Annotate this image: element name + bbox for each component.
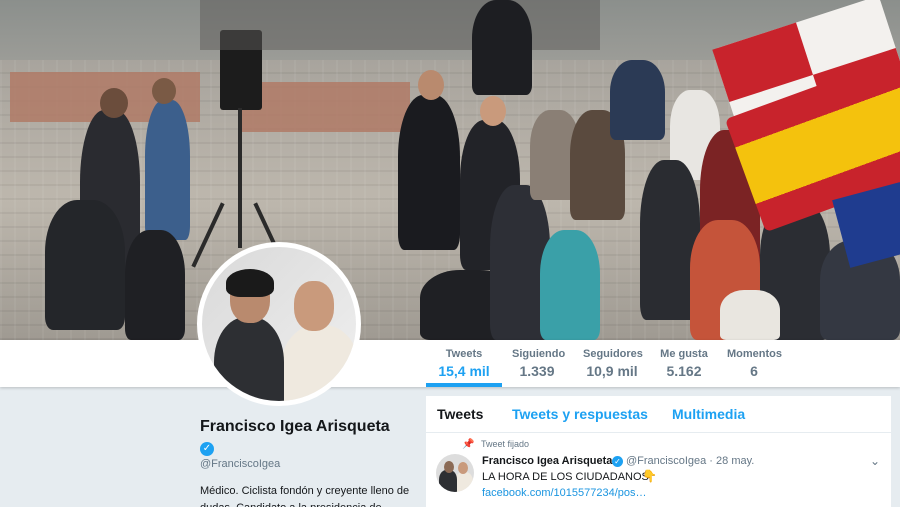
tweet-avatar[interactable]	[436, 454, 474, 492]
person	[398, 95, 460, 250]
verified-badge-icon: ✓	[612, 456, 623, 467]
photographer	[125, 230, 185, 340]
profile-name[interactable]: Francisco Igea Arisqueta	[200, 418, 390, 436]
nav-label: Siguiendo	[512, 348, 566, 360]
profile-handle[interactable]: @FranciscoIgea	[200, 458, 280, 470]
nav-label: Me gusta	[660, 348, 708, 360]
tab-tweets[interactable]: Tweets	[437, 406, 483, 422]
chevron-down-icon[interactable]: ⌄	[870, 454, 880, 468]
nav-likes[interactable]: Me gusta 5.162	[660, 348, 708, 379]
pinned-label: Tweet fijado	[481, 439, 530, 449]
brick-area	[240, 82, 410, 132]
tweet-author[interactable]: Francisco Igea Arisqueta	[482, 455, 612, 467]
nav-value: 5.162	[666, 363, 702, 379]
timeline: Tweets Tweets y respuestas Multimedia 📌 …	[426, 396, 891, 507]
nav-label: Tweets	[445, 348, 483, 360]
avatar-figure	[280, 325, 356, 401]
photographer-head	[152, 78, 176, 104]
tweet-link[interactable]: facebook.com/1015577234/pos…	[482, 487, 647, 499]
nav-value: 1.339	[519, 363, 555, 379]
avatar-figure	[458, 462, 468, 474]
verified-badge-icon: ✓	[200, 442, 214, 456]
person	[720, 290, 780, 340]
person-head	[418, 70, 444, 100]
nav-following[interactable]: Siguiendo 1.339	[512, 348, 566, 379]
tweet-text: LA HORA DE LOS CIUDADANOS	[482, 471, 649, 483]
nav-value: 6	[750, 363, 758, 379]
tripod	[238, 108, 242, 248]
avatar-figure	[439, 470, 457, 492]
nav-tweets[interactable]: Tweets 15,4 mil	[426, 348, 502, 387]
nav-label: Seguidores	[583, 348, 643, 360]
photographer	[45, 200, 125, 330]
person-head	[480, 96, 506, 126]
nav-label: Momentos	[727, 348, 782, 360]
tab-tweets-replies[interactable]: Tweets y respuestas	[512, 406, 648, 422]
profile-bio: Médico. Ciclista fondón y creyente lleno…	[200, 485, 410, 507]
point-down-icon: 👇	[642, 469, 657, 483]
avatar-figure	[294, 281, 334, 331]
person	[472, 0, 532, 95]
avatar-figure	[226, 269, 274, 297]
pin-icon: 📌	[462, 439, 475, 450]
header-photo	[0, 0, 900, 340]
flag-quarter	[712, 22, 813, 103]
nav-value: 15,4 mil	[438, 363, 490, 379]
tweet-meta[interactable]: @FranciscoIgea · 28 may.	[626, 455, 754, 467]
nav-followers[interactable]: Seguidores 10,9 mil	[583, 348, 643, 379]
profile-avatar[interactable]	[197, 242, 361, 406]
avatar-figure	[444, 461, 454, 473]
tab-media[interactable]: Multimedia	[672, 406, 745, 422]
person	[610, 60, 665, 140]
person	[540, 230, 600, 340]
crowd-top	[200, 0, 600, 50]
nav-moments[interactable]: Momentos 6	[727, 348, 782, 379]
avatar-figure	[214, 317, 284, 401]
avatar-figure	[455, 472, 473, 492]
nav-value: 10,9 mil	[586, 363, 638, 379]
timeline-tabs: Tweets Tweets y respuestas Multimedia	[426, 396, 891, 433]
photographer	[145, 100, 190, 240]
profile-nav: Tweets 15,4 mil Siguiendo 1.339 Seguidor…	[0, 340, 900, 387]
photographer-head	[100, 88, 128, 118]
